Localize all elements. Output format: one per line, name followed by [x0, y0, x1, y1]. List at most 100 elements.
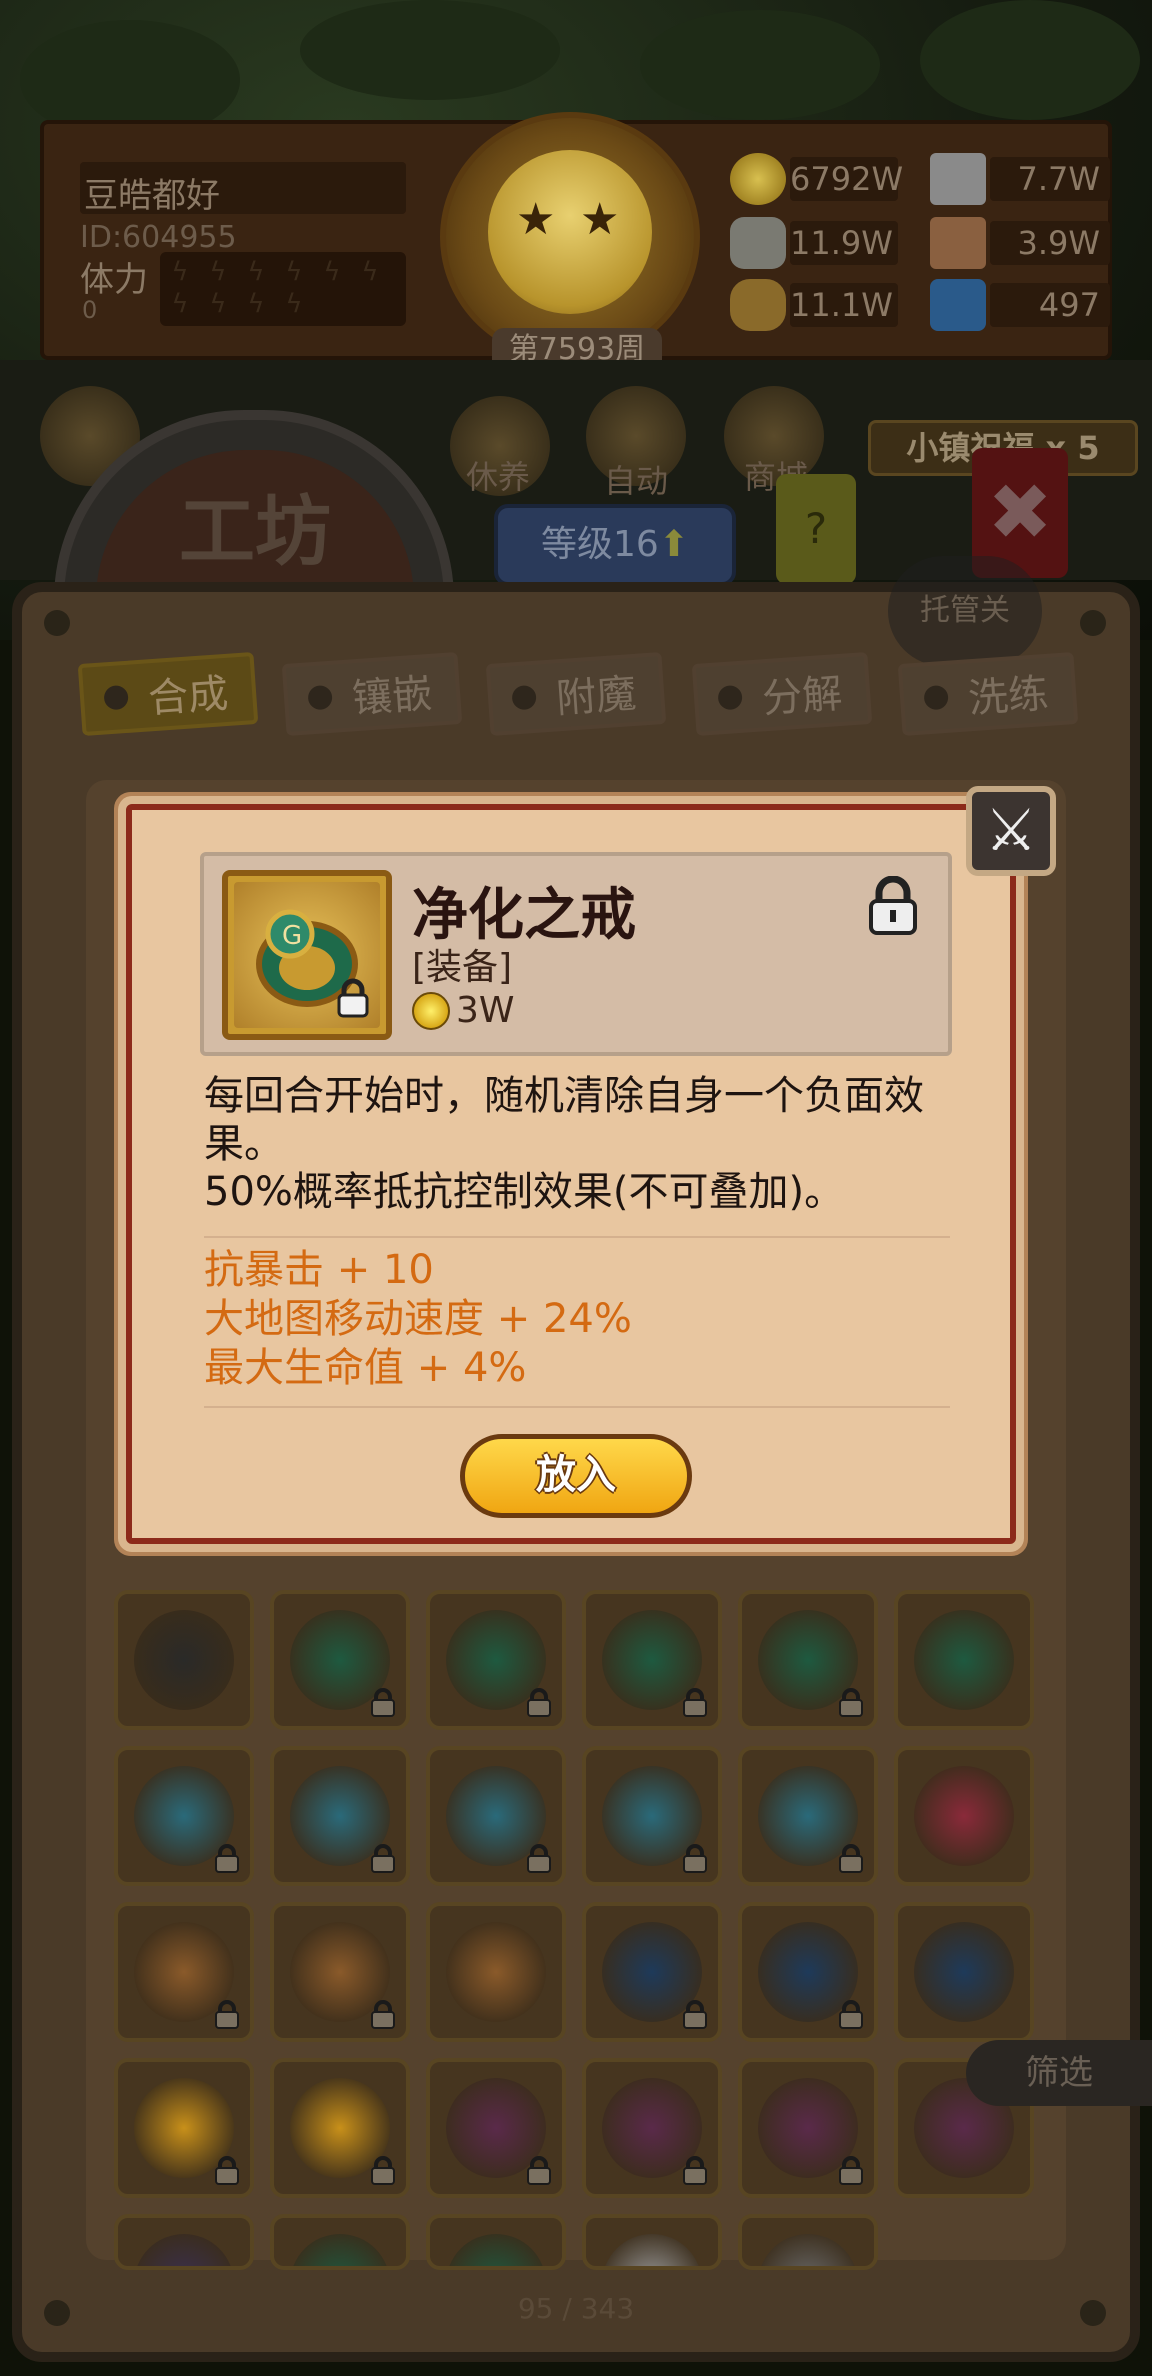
nav-auto-label[interactable]: 自动	[604, 456, 668, 502]
lock-icon	[838, 1688, 864, 1718]
description-line: 每回合开始时，随机清除自身一个负面效	[204, 1073, 924, 1119]
tab-label: 分解	[760, 670, 844, 723]
lock-icon	[370, 2000, 396, 2030]
stat-line: 抗暴击 + 10	[204, 1247, 434, 1293]
inventory-slot[interactable]	[270, 1902, 410, 2042]
stone-icon	[730, 217, 786, 269]
resource-stone: 11.9W	[730, 214, 898, 272]
inventory-slot[interactable]	[426, 2214, 566, 2270]
nav-rest-label[interactable]: 休养	[466, 452, 530, 498]
level-text: 等级16	[541, 524, 659, 565]
level-button[interactable]: 等级16⬆	[494, 504, 736, 586]
place-button[interactable]: 放入	[460, 1434, 692, 1518]
inventory-slot[interactable]	[738, 2214, 878, 2270]
doll-icon	[446, 1922, 546, 2022]
resource-value: 11.1W	[790, 283, 898, 327]
resource-wood: 11.1W	[730, 276, 898, 334]
inventory-slot[interactable]	[738, 1746, 878, 1886]
inventory-slot[interactable]	[114, 2214, 254, 2270]
star-eye-icon: ★	[580, 194, 620, 245]
tab-synthesis[interactable]: 合成	[77, 651, 259, 737]
inventory-slot[interactable]	[894, 1902, 1034, 2042]
lock-icon	[214, 2000, 240, 2030]
inventory-slot[interactable]	[738, 2058, 878, 2198]
inventory-slot[interactable]	[426, 1746, 566, 1886]
rivet	[44, 610, 70, 636]
inventory-slot[interactable]	[582, 2214, 722, 2270]
resource-crystal: 497	[930, 276, 1110, 334]
tab-dot	[307, 684, 333, 711]
inventory-slot[interactable]	[582, 1902, 722, 2042]
inventory-slot[interactable]	[582, 2058, 722, 2198]
tab-label: 附魔	[554, 670, 638, 723]
star-eye-icon: ★	[516, 194, 556, 245]
tab-label: 镶嵌	[350, 670, 434, 723]
tab-label: 合成	[146, 670, 230, 723]
tab-dot	[103, 684, 129, 711]
help-button[interactable]: ?	[776, 474, 856, 584]
resource-iron: 7.7W	[930, 150, 1110, 208]
lock-icon	[336, 978, 370, 1018]
tab-refine[interactable]: 洗练	[897, 651, 1079, 737]
inventory-slot[interactable]	[270, 1590, 410, 1730]
svg-text:G: G	[282, 921, 302, 951]
tab-dot	[511, 684, 537, 711]
item-type: [装备]	[412, 947, 513, 988]
bolt-icon: ϟ	[323, 257, 341, 287]
resource-value: 3.9W	[990, 221, 1110, 265]
stamina-value: 0	[82, 296, 98, 324]
item-lock-icon[interactable]	[866, 875, 920, 936]
avatar[interactable]: ★ ★	[488, 150, 652, 314]
ring-icon	[290, 2234, 390, 2266]
page-counter: 95 / 343	[517, 2292, 635, 2325]
resource-gold: 6792W	[730, 150, 903, 208]
lock-icon	[682, 2000, 708, 2030]
rivet	[44, 2300, 70, 2326]
scythe-icon	[134, 2234, 234, 2266]
tab-enchant[interactable]: 附魔	[485, 651, 667, 737]
iron-ingot-icon	[930, 153, 986, 205]
lock-icon	[838, 1844, 864, 1874]
inventory-slot[interactable]	[270, 1746, 410, 1886]
tab-decompose[interactable]: 分解	[691, 651, 873, 737]
tab-dot	[923, 684, 949, 711]
description-line: 50%概率抵抗控制效果(不可叠加)。	[204, 1169, 845, 1215]
lock-icon	[682, 1844, 708, 1874]
filter-button[interactable]: 筛选	[966, 2040, 1152, 2106]
tree-canopy	[640, 10, 880, 120]
inventory-slot[interactable]	[114, 1902, 254, 2042]
autoplay-toggle[interactable]: 托管关	[888, 556, 1042, 666]
popup-close-icon[interactable]: ⚔	[966, 786, 1056, 876]
inventory-slot[interactable]	[114, 1590, 254, 1730]
inventory-slot[interactable]	[582, 1746, 722, 1886]
inventory-slot[interactable]	[270, 2214, 410, 2270]
inventory-slot[interactable]	[270, 2058, 410, 2198]
stamina-label: 体力	[80, 260, 148, 300]
inventory-slot[interactable]	[738, 1590, 878, 1730]
bolt-icon: ϟ	[171, 289, 189, 319]
inventory-slot[interactable]	[426, 1902, 566, 2042]
item-description: 每回合开始时，随机清除自身一个负面效 果。 50%概率抵抗控制效果(不可叠加)。	[204, 1072, 964, 1216]
inventory-slot[interactable]	[582, 1590, 722, 1730]
stamina-bar: ϟ ϟ ϟ ϟ ϟ ϟ ϟ ϟ ϟ ϟ	[160, 252, 406, 326]
inventory-slot[interactable]	[894, 1590, 1034, 1730]
item-stats: 抗暴击 + 10 大地图移动速度 + 24% 最大生命值 + 4%	[204, 1246, 632, 1393]
gold-coin-icon	[730, 153, 786, 205]
inventory-slot[interactable]	[114, 1746, 254, 1886]
lock-icon	[370, 1844, 396, 1874]
tab-inlay[interactable]: 镶嵌	[281, 651, 463, 737]
item-price-value: 3W	[456, 990, 515, 1031]
inventory-slot[interactable]	[114, 2058, 254, 2198]
player-name: 豆皓都好	[80, 162, 406, 216]
lock-icon	[838, 2156, 864, 2186]
inventory-slot[interactable]	[894, 1746, 1034, 1886]
inventory-slot[interactable]	[738, 1902, 878, 2042]
resource-value: 6792W	[790, 157, 903, 201]
rivet	[1080, 2300, 1106, 2326]
resource-value: 11.9W	[790, 221, 898, 265]
bolt-icon: ϟ	[361, 257, 379, 287]
resource-value: 7.7W	[990, 157, 1110, 201]
inventory-slot[interactable]	[426, 2058, 566, 2198]
lock-icon	[526, 1844, 552, 1874]
inventory-slot[interactable]	[426, 1590, 566, 1730]
